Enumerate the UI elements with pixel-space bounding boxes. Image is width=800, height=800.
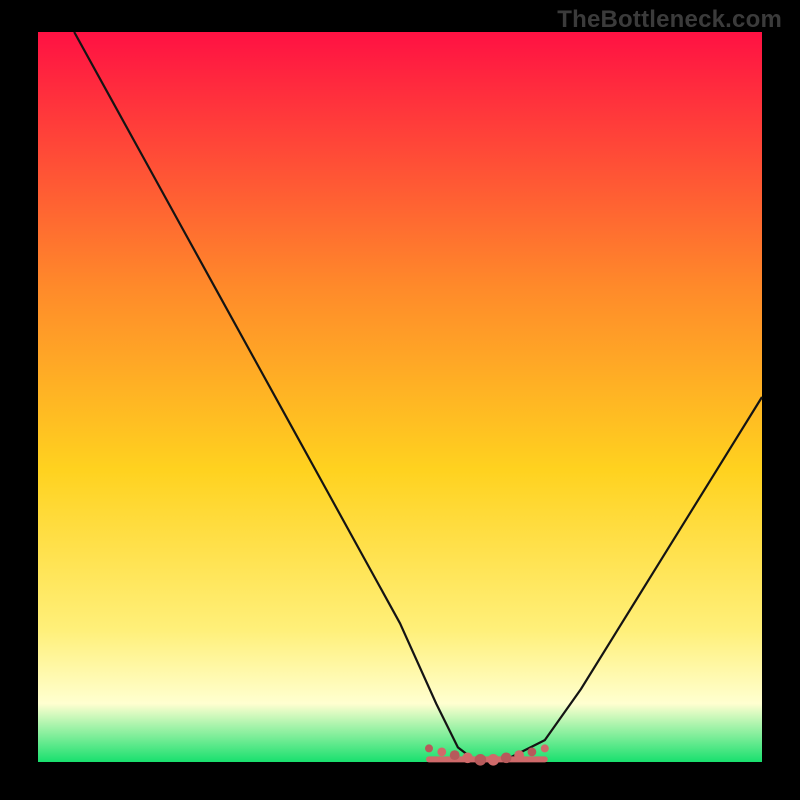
watermark-text: TheBottleneck.com: [557, 6, 782, 34]
valley-marker-dot: [462, 753, 473, 764]
valley-marker-dot: [437, 748, 446, 757]
valley-marker-dot: [488, 754, 500, 766]
chart-stage: TheBottleneck.com: [0, 0, 800, 800]
valley-marker-dot: [425, 744, 433, 752]
valley-marker-dot: [514, 750, 524, 760]
valley-marker-bar: [426, 756, 548, 762]
gradient-plate: [38, 32, 762, 762]
valley-marker-dot: [528, 748, 537, 757]
valley-marker-dot: [450, 750, 460, 760]
bottleneck-chart: [0, 0, 800, 800]
valley-marker-dot: [541, 744, 549, 752]
valley-marker-dot: [501, 753, 512, 764]
valley-marker-dot: [475, 754, 487, 766]
